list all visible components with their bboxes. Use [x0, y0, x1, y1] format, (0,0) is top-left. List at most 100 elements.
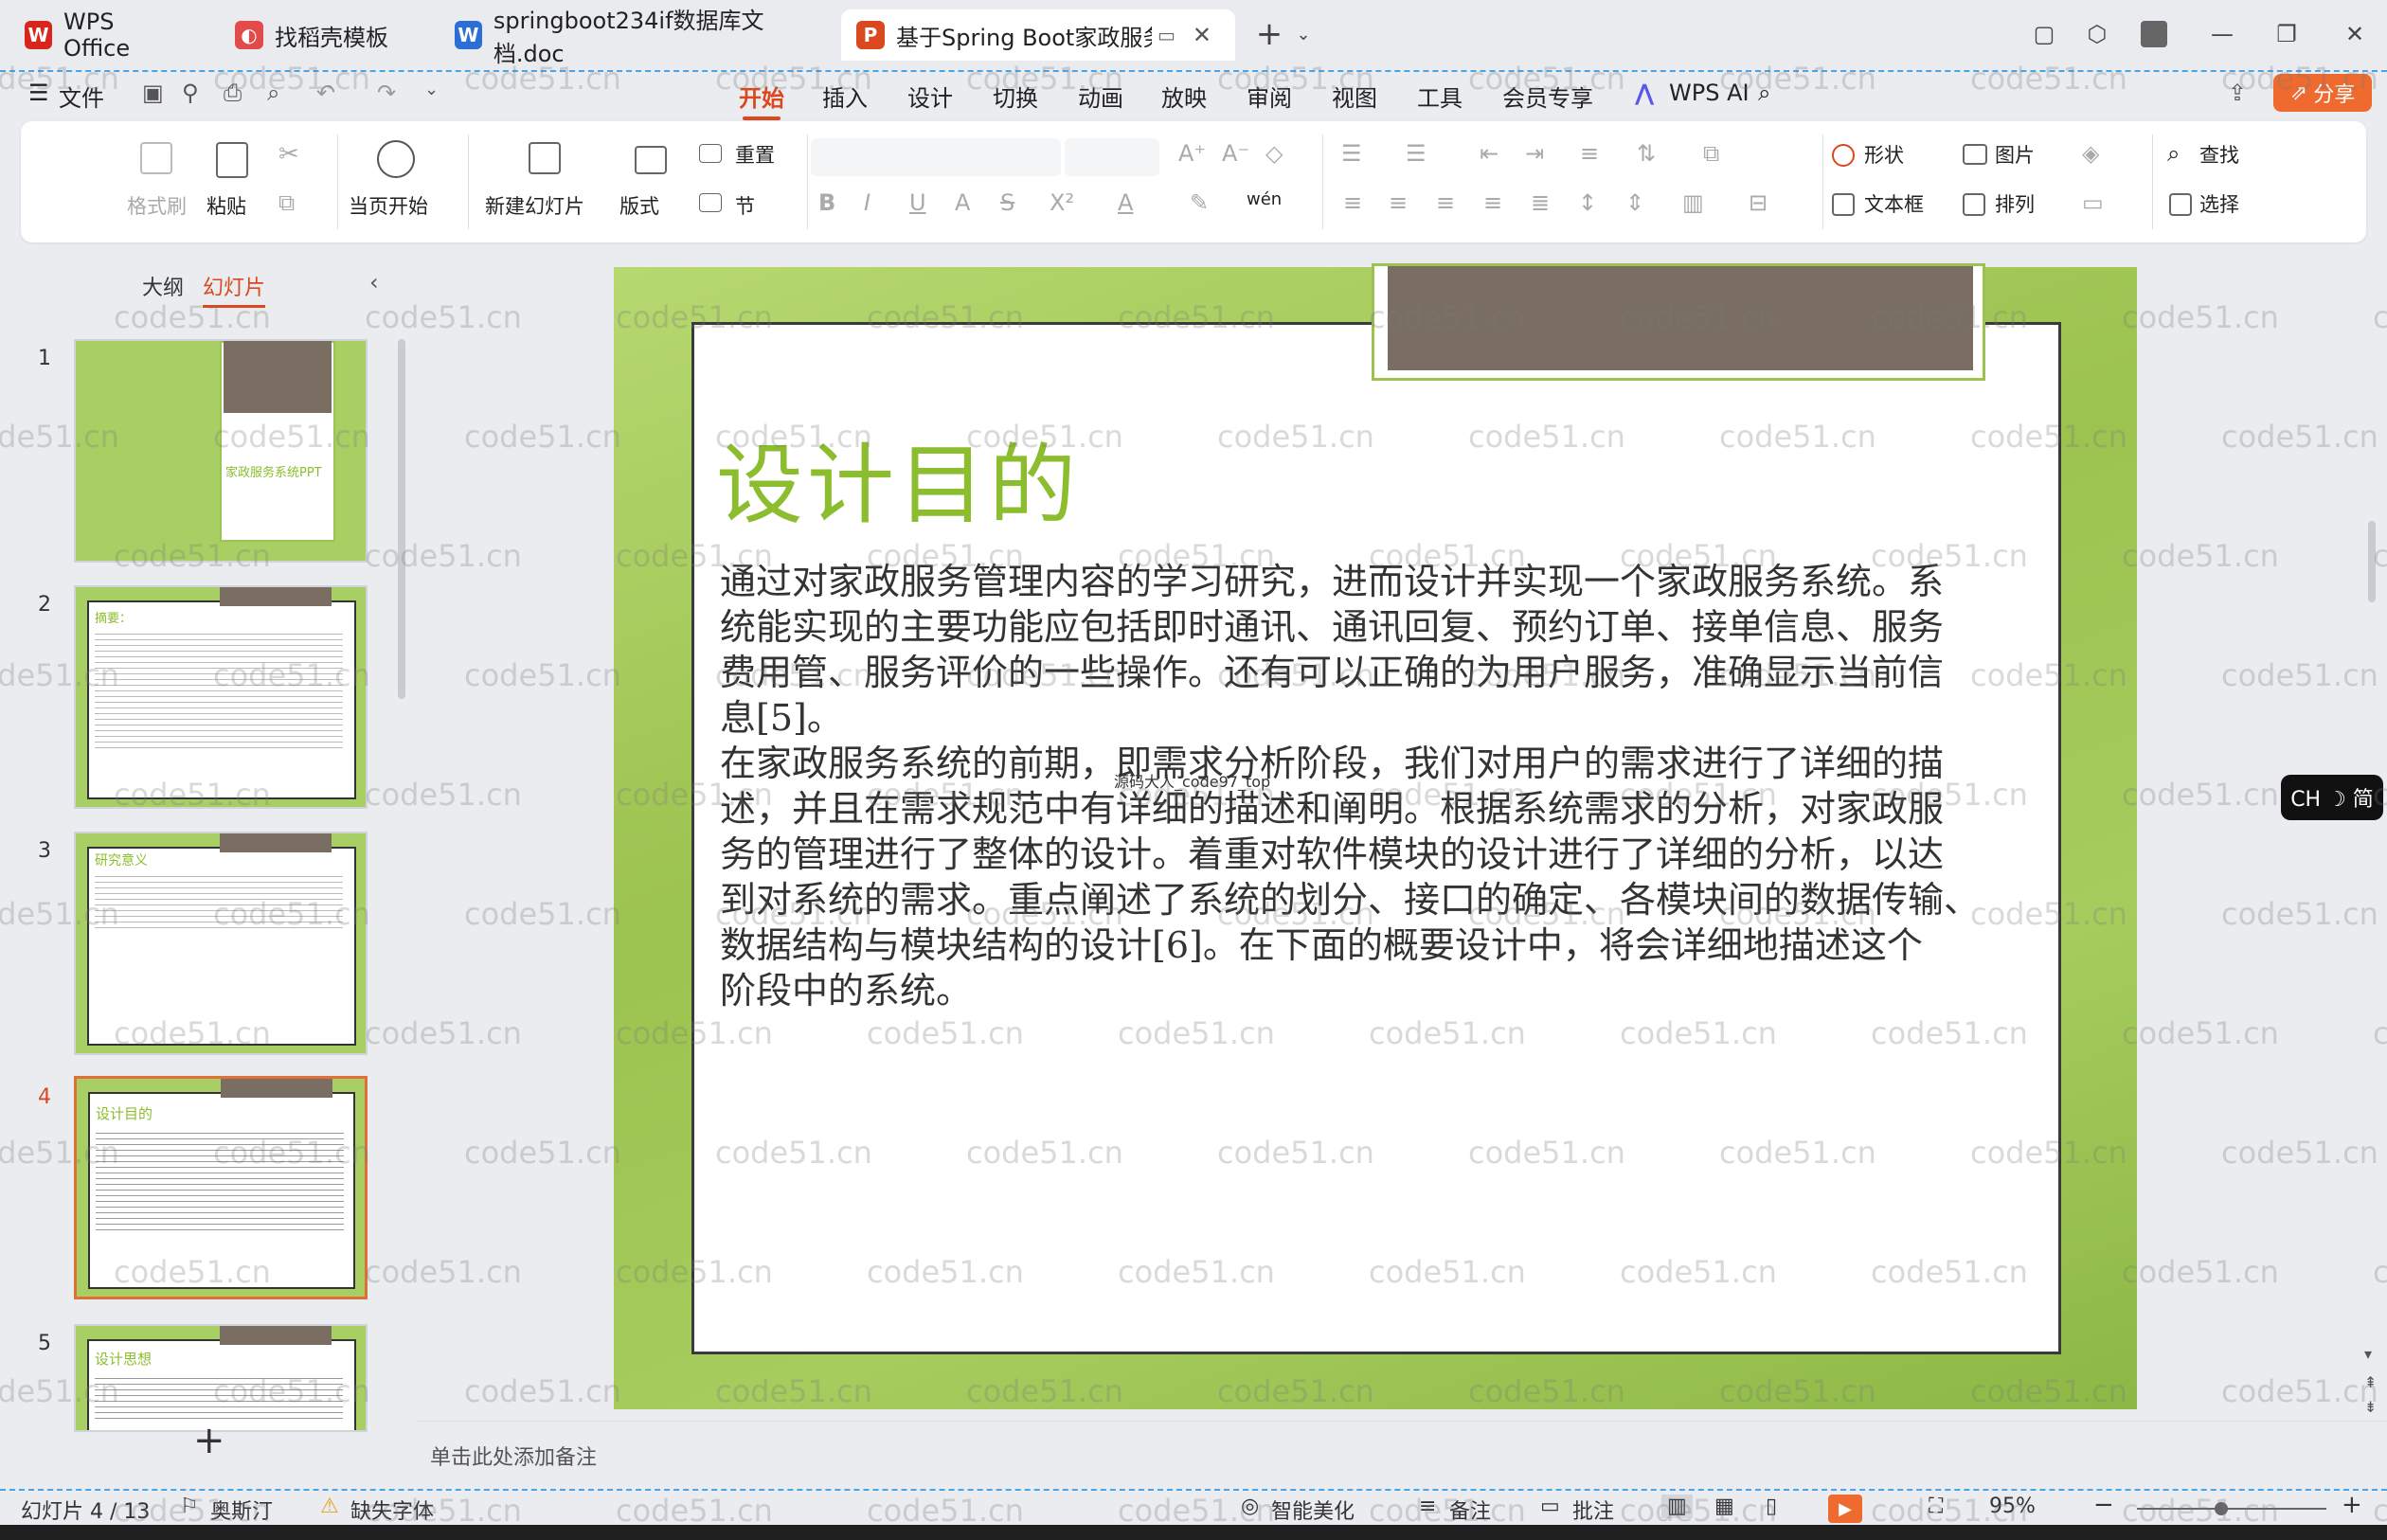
normal-view-icon[interactable]: ▥ — [1661, 1495, 1693, 1518]
align-center-icon[interactable]: ≡ — [1389, 189, 1408, 216]
section-button[interactable]: 节 — [735, 191, 755, 220]
numbering-icon[interactable]: ☰ — [1406, 140, 1427, 167]
sort-icon[interactable]: ⇅ — [1637, 140, 1656, 167]
layout-button[interactable]: 版式 — [619, 191, 659, 220]
paste-button[interactable]: 粘贴 — [206, 191, 246, 220]
menu-animation[interactable]: 动画 — [1078, 80, 1123, 113]
menu-transition[interactable]: 切换 — [993, 80, 1038, 113]
bullets-icon[interactable]: ☰ — [1341, 140, 1362, 167]
undo-icon[interactable]: ↶ — [316, 80, 335, 106]
share-button[interactable]: ⇗ 分享 — [2273, 74, 2372, 112]
chevron-down-icon[interactable]: ⌄ — [424, 80, 439, 99]
picture-button[interactable]: 图片 — [1995, 140, 2035, 169]
slide-thumbnail-3[interactable]: 研究意义 — [74, 832, 368, 1055]
tab-ppt-active[interactable]: P 基于Spring Boot家政服务系 ▭ ✕ — [841, 9, 1235, 61]
menu-review[interactable]: 审阅 — [1247, 80, 1292, 113]
para-spacing-icon[interactable]: ⇕ — [1625, 189, 1644, 216]
theme-name[interactable]: 奥斯汀 — [210, 1495, 273, 1525]
close-window-icon[interactable]: ✕ — [2338, 17, 2372, 51]
menu-tools[interactable]: 工具 — [1417, 80, 1463, 113]
new-slide-button[interactable]: 新建幻灯片 — [485, 191, 584, 220]
add-slide-icon[interactable]: + — [193, 1419, 225, 1462]
textbox-button[interactable]: 文本框 — [1864, 189, 1924, 218]
reading-view-icon[interactable]: ▯ — [1766, 1495, 1777, 1518]
text-spacing-icon[interactable]: ≡ — [1580, 140, 1599, 167]
font-size-select[interactable] — [1065, 138, 1159, 176]
slide-scrollbar[interactable] — [2368, 521, 2376, 602]
cloud-upload-icon[interactable]: ⇪ — [2228, 80, 2247, 106]
font-family-select[interactable] — [811, 138, 1061, 176]
highlight-icon[interactable]: ✎ — [1190, 189, 1209, 216]
missing-font-button[interactable]: 缺失字体 — [350, 1495, 434, 1525]
align-right-icon[interactable]: ≡ — [1436, 189, 1455, 216]
arrange-button[interactable]: 排列 — [1995, 189, 2035, 218]
next-slide-icon[interactable]: ⇟ — [2364, 1398, 2377, 1416]
grid-view-icon[interactable]: ▦ — [1714, 1495, 1734, 1518]
scroll-down-icon[interactable]: ▾ — [2364, 1345, 2372, 1363]
print-icon[interactable]: ⎙ — [224, 80, 242, 106]
outline-tab[interactable]: 大纲 — [142, 271, 184, 301]
shadow-icon[interactable]: A — [955, 189, 970, 216]
outline-icon[interactable]: ▭ — [2082, 189, 2104, 216]
slide-thumbnail-2[interactable]: 摘要： — [74, 585, 368, 809]
strikethrough-icon[interactable]: S — [1000, 189, 1014, 216]
shape-button[interactable]: 形状 — [1864, 140, 1904, 169]
panel-scrollbar[interactable] — [398, 339, 405, 699]
fill-icon[interactable]: ◈ — [2082, 140, 2099, 167]
notes-pane[interactable]: 单击此处添加备注 — [417, 1421, 2387, 1489]
line-spacing-icon[interactable]: ↕ — [1578, 189, 1597, 216]
save-icon[interactable]: ▣ — [142, 80, 164, 106]
zoom-out-icon[interactable]: − — [2093, 1491, 2114, 1519]
fit-window-icon[interactable]: ⛶ — [1929, 1495, 1943, 1518]
distribute-icon[interactable]: ≣ — [1531, 189, 1550, 216]
menu-view[interactable]: 视图 — [1332, 80, 1377, 113]
menu-icon[interactable]: ☰ — [28, 80, 49, 106]
indent-icon[interactable]: ⇥ — [1525, 140, 1544, 167]
notes-button[interactable]: 备注 — [1449, 1495, 1491, 1525]
menu-member[interactable]: 会员专享 — [1502, 80, 1593, 113]
zoom-level[interactable]: 95% — [1989, 1495, 2036, 1518]
shrink-font-icon[interactable]: A⁻ — [1222, 140, 1249, 167]
tab-wps-office[interactable]: W WPS Office — [9, 9, 199, 62]
superscript-icon[interactable]: X² — [1050, 189, 1074, 216]
layout-icon[interactable]: ▢ — [2027, 17, 2061, 51]
vertical-align-icon[interactable]: ⊟ — [1749, 189, 1768, 216]
print-preview-icon[interactable]: ⌕ — [267, 80, 279, 106]
comments-button[interactable]: 批注 — [1572, 1495, 1614, 1525]
slide-title[interactable]: 设计目的 — [716, 415, 1080, 541]
columns-icon[interactable]: ▥ — [1682, 189, 1704, 216]
avatar[interactable] — [2137, 17, 2171, 51]
justify-icon[interactable]: ≡ — [1483, 189, 1502, 216]
cut-icon[interactable]: ✂ — [278, 140, 299, 169]
select-button[interactable]: 选择 — [2199, 189, 2239, 218]
screen-icon[interactable]: ▭ — [1158, 24, 1176, 46]
menu-file[interactable]: 文件 — [59, 80, 104, 113]
tab-template[interactable]: ◐ 找稻壳模板 — [220, 9, 428, 61]
menu-home[interactable]: 开始 — [739, 80, 784, 120]
slide-thumbnail-4[interactable]: 设计目的 — [74, 1076, 368, 1299]
menu-wps-ai[interactable]: WPS AI — [1669, 80, 1750, 106]
minimize-icon[interactable]: — — [2205, 17, 2239, 51]
zoom-slider-handle[interactable] — [2215, 1502, 2228, 1515]
find-button[interactable]: 查找 — [2199, 140, 2239, 169]
prev-slide-icon[interactable]: ⇞ — [2364, 1373, 2377, 1391]
new-tab-icon[interactable]: + — [1252, 15, 1286, 53]
from-current-button[interactable]: 当页开始 — [349, 191, 428, 220]
align-left-icon[interactable]: ≡ — [1343, 189, 1362, 216]
font-color-icon[interactable]: A — [1118, 189, 1133, 216]
menu-insert[interactable]: 插入 — [822, 80, 868, 113]
grow-font-icon[interactable]: A⁺ — [1178, 140, 1206, 167]
menu-slideshow[interactable]: 放映 — [1161, 80, 1207, 113]
slides-tab[interactable]: 幻灯片 — [203, 271, 266, 308]
bold-icon[interactable]: B — [818, 189, 835, 216]
slide-thumbnail-5[interactable]: 设计思想 — [74, 1324, 368, 1432]
ime-indicator[interactable]: CH ☽ 简 — [2281, 775, 2383, 820]
redo-icon[interactable]: ↷ — [377, 80, 396, 106]
underline-icon[interactable]: U — [909, 189, 926, 216]
tab-doc[interactable]: W springboot234if数据库文档.doc — [440, 8, 837, 67]
menu-design[interactable]: 设计 — [907, 80, 953, 113]
collapse-panel-icon[interactable]: ‹ — [369, 269, 379, 295]
cube-icon[interactable]: ⬡ — [2080, 17, 2114, 51]
format-painter-button[interactable]: 格式刷 — [127, 191, 187, 220]
outdent-icon[interactable]: ⇤ — [1480, 140, 1499, 167]
